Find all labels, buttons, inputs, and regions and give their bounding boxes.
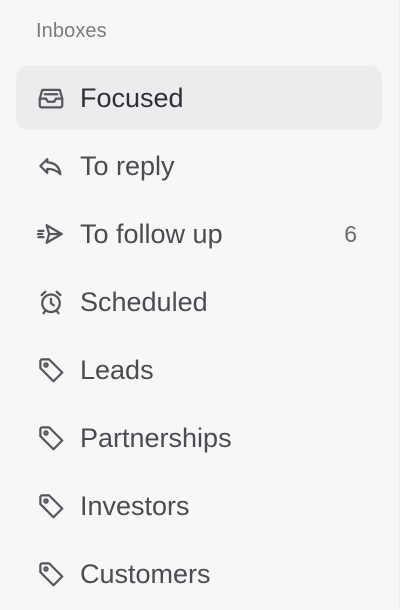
sidebar-item-leads[interactable]: Leads xyxy=(16,338,382,402)
tag-icon xyxy=(36,559,66,589)
inbox-tray-icon xyxy=(36,83,66,113)
sidebar-item-label: To follow up xyxy=(80,219,223,249)
send-icon xyxy=(36,219,66,249)
unread-count-badge: 6 xyxy=(344,221,357,247)
sidebar-item-label: Customers xyxy=(80,559,211,589)
sidebar-item-label: Partnerships xyxy=(80,423,232,453)
tag-icon xyxy=(36,423,66,453)
sidebar-item-label: Investors xyxy=(80,491,190,521)
sidebar-item-to-follow-up[interactable]: To follow up 6 xyxy=(16,202,382,266)
tag-icon xyxy=(36,355,66,385)
sidebar-item-focused[interactable]: Focused xyxy=(16,66,382,130)
alarm-clock-icon xyxy=(36,287,66,317)
sidebar-item-label: To reply xyxy=(80,151,175,181)
sidebar-item-scheduled[interactable]: Scheduled xyxy=(16,270,382,334)
sidebar-item-partnerships[interactable]: Partnerships xyxy=(16,406,382,470)
sidebar-item-label: Leads xyxy=(80,355,154,385)
section-title-inboxes: Inboxes xyxy=(36,20,107,42)
sidebar-item-customers[interactable]: Customers xyxy=(16,542,382,606)
sidebar-item-to-reply[interactable]: To reply xyxy=(16,134,382,198)
inbox-nav: Focused To reply To follow up 6 Schedule… xyxy=(16,66,382,610)
reply-icon xyxy=(36,151,66,181)
sidebar-item-investors[interactable]: Investors xyxy=(16,474,382,538)
sidebar-item-label: Focused xyxy=(80,83,184,113)
sidebar-item-label: Scheduled xyxy=(80,287,208,317)
tag-icon xyxy=(36,491,66,521)
